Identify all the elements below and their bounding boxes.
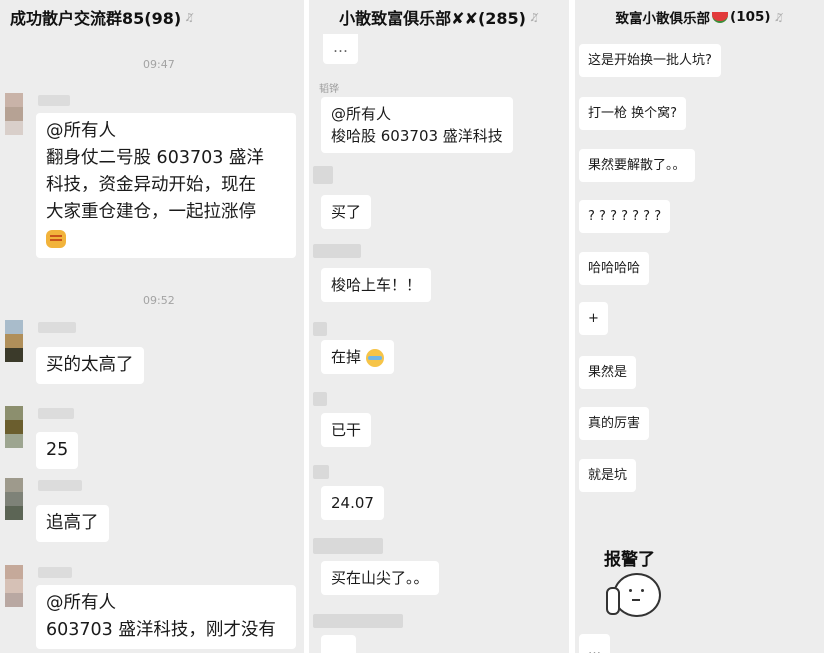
message-line: 翻身仗二号股 603703 盛洋 [46, 148, 264, 168]
message-bubble[interactable]: 已干 [321, 413, 372, 447]
sender-name-blurred [38, 567, 72, 578]
sender-name-blurred [313, 614, 403, 628]
timestamp: 09:47 [143, 58, 175, 71]
sticker-mouth [632, 599, 640, 601]
sob-emoji [365, 348, 384, 367]
phone-call-sticker[interactable]: 报警了 [601, 545, 681, 625]
fist-emoji [46, 230, 66, 248]
message-text: + [588, 311, 599, 326]
message-text: 果然要解散了。。 [588, 158, 686, 173]
sender-name: 韬铧 [319, 84, 339, 95]
avatar[interactable] [5, 478, 23, 520]
message-bubble[interactable]: 果然是 [579, 356, 637, 389]
sender-name-blurred [313, 244, 361, 258]
message-line: @所有人 [46, 121, 116, 141]
sender-name-blurred [38, 408, 74, 419]
message-line: 603703 盛洋科技，刚才没有 [46, 620, 276, 640]
avatar[interactable] [5, 320, 23, 362]
sender-name-blurred [38, 322, 76, 333]
sticker-label: 报警了 [604, 550, 655, 570]
message-line: 科技，资金异动开始，现在 [46, 175, 256, 195]
sticker-phone-hand [606, 587, 620, 615]
message-line: 梭哈股 603703 盛洋科技 [331, 127, 503, 145]
message-text: … [331, 643, 346, 653]
message-bubble[interactable]: @所有人 603703 盛洋科技，刚才没有 [36, 585, 296, 649]
message-bubble[interactable]: @所有人 梭哈股 603703 盛洋科技 [321, 97, 513, 153]
message-bubble[interactable]: + [579, 302, 608, 335]
message-bubble[interactable]: 哈哈哈哈 [579, 252, 650, 285]
message-bubble[interactable]: 这是开始换一批人坑? [579, 44, 721, 77]
message-text: 买了 [331, 203, 362, 221]
message-text: 在掉 [331, 348, 362, 366]
chat-title: 成功散户交流群85(98) [10, 9, 182, 28]
message-bubble[interactable]: 追高了 [36, 505, 109, 542]
message-bubble[interactable]: 果然要解散了。。 [579, 149, 695, 182]
message-text: 已干 [331, 421, 362, 439]
message-text: 24.07 [331, 494, 374, 512]
avatar[interactable] [5, 406, 23, 448]
message-text: 真的厉害 [588, 416, 641, 431]
message-text: 买在山尖了。。 [331, 569, 429, 587]
message-bubble[interactable]: 梭哈上车！！ [321, 268, 432, 302]
message-text: … [333, 38, 348, 56]
sticker-eye [629, 589, 632, 592]
message-line: 大家重仓建仓，一起拉涨停 [46, 202, 256, 222]
message-bubble[interactable]: 在掉 [321, 340, 394, 374]
sender-name-blurred [38, 95, 70, 106]
sticker-eye [641, 589, 644, 592]
message-text: … [588, 643, 601, 653]
sender-name-blurred [313, 538, 383, 554]
message-bubble[interactable]: ? ? ? ? ? ? ? [579, 200, 671, 233]
chat-title: 小散致富俱乐部✘✘(285) [339, 9, 526, 28]
message-text: 哈哈哈哈 [588, 261, 641, 276]
message-bubble[interactable]: 24.07 [321, 486, 384, 520]
message-bubble[interactable]: 买了 [321, 195, 372, 229]
message-bubble[interactable]: 真的厉害 [579, 407, 650, 440]
message-bubble-partial[interactable]: … [579, 634, 610, 653]
chat-panel-1: 成功散户交流群85(98) ♫̸ 09:47 @所有人 翻身仗二号股 60370… [0, 0, 304, 653]
message-text: 梭哈上车！！ [331, 276, 422, 294]
chat-title: 致富小散俱乐部 [615, 11, 711, 27]
bell-off-icon: ♫̸ [184, 10, 195, 24]
chat-panel-3: 致富小散俱乐部 (105) ♫̸ 这是开始换一批人坑? 打一枪 换个窝? 果然要… [575, 0, 824, 653]
avatar[interactable] [5, 565, 23, 607]
avatar-blurred[interactable] [313, 465, 329, 479]
message-text: 25 [46, 440, 69, 460]
avatar[interactable] [5, 93, 23, 135]
chat-header-2[interactable]: 小散致富俱乐部✘✘(285) ♫̸ [309, 0, 569, 34]
member-count: (105) [730, 9, 771, 25]
bell-off-icon: ♫̸ [773, 10, 784, 24]
message-bubble[interactable]: 打一枪 换个窝? [579, 97, 687, 130]
message-text: 打一枪 换个窝? [588, 106, 678, 121]
message-text: 果然是 [588, 365, 628, 380]
message-line: @所有人 [46, 593, 116, 613]
message-text: 追高了 [46, 513, 99, 533]
message-bubble[interactable]: @所有人 翻身仗二号股 603703 盛洋 科技，资金异动开始，现在 大家重仓建… [36, 113, 296, 258]
timestamp: 09:52 [143, 294, 175, 307]
message-bubble-partial[interactable]: … [323, 30, 358, 64]
sticker-face [613, 573, 661, 617]
chat-header-3[interactable]: 致富小散俱乐部 (105) ♫̸ [575, 0, 824, 34]
message-line: @所有人 [331, 105, 392, 123]
sender-name-blurred [38, 480, 82, 491]
avatar-blurred[interactable] [313, 322, 327, 336]
bell-off-icon: ♫̸ [528, 10, 539, 24]
message-bubble[interactable]: 25 [36, 432, 79, 469]
message-text: 就是坑 [588, 468, 628, 483]
chat-panel-2: 小散致富俱乐部✘✘(285) ♫̸ … 韬铧 @所有人 梭哈股 603703 盛… [309, 0, 569, 653]
watermelon-icon [712, 11, 729, 23]
message-bubble-partial[interactable]: … [321, 635, 356, 653]
avatar-blurred[interactable] [313, 392, 327, 406]
message-text: 这是开始换一批人坑? [588, 53, 712, 68]
message-bubble[interactable]: 买在山尖了。。 [321, 561, 439, 595]
message-bubble[interactable]: 就是坑 [579, 459, 637, 492]
message-text: 买的太高了 [46, 355, 134, 375]
message-bubble[interactable]: 买的太高了 [36, 347, 144, 384]
chat-header-1[interactable]: 成功散户交流群85(98) ♫̸ [0, 0, 304, 34]
avatar-blurred[interactable] [313, 166, 333, 184]
message-text: ? ? ? ? ? ? ? [588, 209, 662, 224]
